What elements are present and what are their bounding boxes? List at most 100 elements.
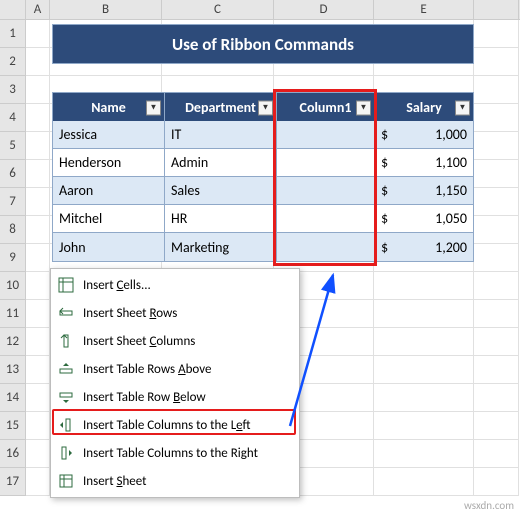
cell[interactable]: [374, 412, 474, 440]
select-all-corner[interactable]: [0, 0, 26, 19]
cell[interactable]: [374, 272, 474, 300]
menu-item-insert-table-columns-to-the-right[interactable]: Insert Table Columns to the Right: [51, 439, 299, 467]
cell[interactable]: [474, 300, 519, 328]
cell-name[interactable]: Jessica: [53, 121, 165, 149]
cell[interactable]: [374, 384, 474, 412]
cell[interactable]: [26, 132, 50, 160]
cell[interactable]: [474, 48, 519, 76]
row-header-3[interactable]: 3: [0, 76, 26, 104]
cell[interactable]: [474, 188, 519, 216]
cell-column1[interactable]: [277, 205, 375, 233]
cell[interactable]: [26, 244, 50, 272]
cell[interactable]: [26, 48, 50, 76]
cell[interactable]: [26, 440, 50, 468]
filter-icon[interactable]: ▼: [356, 100, 371, 115]
th-salary[interactable]: Salary ▼: [375, 93, 473, 123]
menu-item-insert-table-row-below[interactable]: Insert Table Row Below: [51, 383, 299, 411]
row-header-9[interactable]: 9: [0, 244, 26, 272]
cell[interactable]: [26, 160, 50, 188]
row-header-1[interactable]: 1: [0, 20, 26, 48]
row-header-17[interactable]: 17: [0, 468, 26, 496]
cell-column1[interactable]: [277, 233, 375, 261]
col-header-E[interactable]: E: [374, 0, 474, 19]
cell[interactable]: [374, 356, 474, 384]
menu-item-insert-sheet-rows[interactable]: Insert Sheet Rows: [51, 299, 299, 327]
row-header-7[interactable]: 7: [0, 188, 26, 216]
cell-dept[interactable]: Admin: [165, 149, 277, 177]
cell-column1[interactable]: [277, 121, 375, 149]
col-header-A[interactable]: A: [26, 0, 50, 19]
cell[interactable]: [26, 76, 50, 104]
cell-salary[interactable]: $1,000: [375, 121, 473, 149]
cell[interactable]: [474, 384, 519, 412]
cell-dept[interactable]: Marketing: [165, 233, 277, 261]
cell-dept[interactable]: Sales: [165, 177, 277, 205]
cell-name[interactable]: Henderson: [53, 149, 165, 177]
cell[interactable]: [26, 188, 50, 216]
th-department[interactable]: Department ▼: [165, 93, 277, 123]
cell[interactable]: [26, 384, 50, 412]
cell[interactable]: [474, 356, 519, 384]
row-header-14[interactable]: 14: [0, 384, 26, 412]
row-header-8[interactable]: 8: [0, 216, 26, 244]
menu-item-insert-table-columns-to-the-left[interactable]: Insert Table Columns to the Left: [51, 411, 299, 439]
cell-column1[interactable]: [277, 177, 375, 205]
cell[interactable]: [474, 20, 519, 48]
row-header-11[interactable]: 11: [0, 300, 26, 328]
cell[interactable]: [474, 104, 519, 132]
filter-icon[interactable]: ▼: [455, 100, 470, 115]
cell-name[interactable]: John: [53, 233, 165, 261]
menu-item-insert-sheet[interactable]: Insert Sheet: [51, 467, 299, 495]
row-header-13[interactable]: 13: [0, 356, 26, 384]
cell[interactable]: [374, 300, 474, 328]
cell[interactable]: [26, 216, 50, 244]
cell[interactable]: [26, 20, 50, 48]
cell[interactable]: [474, 412, 519, 440]
cell[interactable]: [474, 328, 519, 356]
cell[interactable]: [474, 244, 519, 272]
cell[interactable]: [26, 412, 50, 440]
cell[interactable]: [26, 356, 50, 384]
cell[interactable]: [26, 468, 50, 496]
row-header-6[interactable]: 6: [0, 160, 26, 188]
cell[interactable]: [26, 104, 50, 132]
row-header-15[interactable]: 15: [0, 412, 26, 440]
row-header-10[interactable]: 10: [0, 272, 26, 300]
row-header-12[interactable]: 12: [0, 328, 26, 356]
cell[interactable]: [26, 300, 50, 328]
cell[interactable]: [474, 272, 519, 300]
cell[interactable]: [374, 468, 474, 496]
row-header-2[interactable]: 2: [0, 48, 26, 76]
cell[interactable]: [474, 468, 519, 496]
cell-salary[interactable]: $1,200: [375, 233, 473, 261]
cell[interactable]: [26, 328, 50, 356]
filter-icon[interactable]: ▼: [146, 100, 161, 115]
cell[interactable]: [26, 272, 50, 300]
cell-salary[interactable]: $1,100: [375, 149, 473, 177]
cell[interactable]: [474, 216, 519, 244]
filter-icon[interactable]: ▼: [258, 100, 273, 115]
row-header-5[interactable]: 5: [0, 132, 26, 160]
cell-name[interactable]: Aaron: [53, 177, 165, 205]
cell-salary[interactable]: $1,050: [375, 205, 473, 233]
cell[interactable]: [474, 132, 519, 160]
col-header-D[interactable]: D: [274, 0, 374, 19]
cell[interactable]: [374, 440, 474, 468]
cell-column1[interactable]: [277, 149, 375, 177]
row-header-4[interactable]: 4: [0, 104, 26, 132]
row-header-16[interactable]: 16: [0, 440, 26, 468]
th-column1[interactable]: Column1 ▼: [277, 93, 375, 123]
col-header-B[interactable]: B: [50, 0, 162, 19]
cell-dept[interactable]: IT: [165, 121, 277, 149]
cell-salary[interactable]: $1,150: [375, 177, 473, 205]
cell-name[interactable]: Mitchel: [53, 205, 165, 233]
cell[interactable]: [474, 160, 519, 188]
menu-item-insert-table-rows-above[interactable]: Insert Table Rows Above: [51, 355, 299, 383]
cell-dept[interactable]: HR: [165, 205, 277, 233]
menu-item-insert-sheet-columns[interactable]: Insert Sheet Columns: [51, 327, 299, 355]
cell[interactable]: [374, 328, 474, 356]
cell[interactable]: [474, 440, 519, 468]
menu-item-insert-cells-[interactable]: Insert Cells...: [51, 271, 299, 299]
cell[interactable]: [474, 76, 519, 104]
th-name[interactable]: Name ▼: [53, 93, 165, 123]
